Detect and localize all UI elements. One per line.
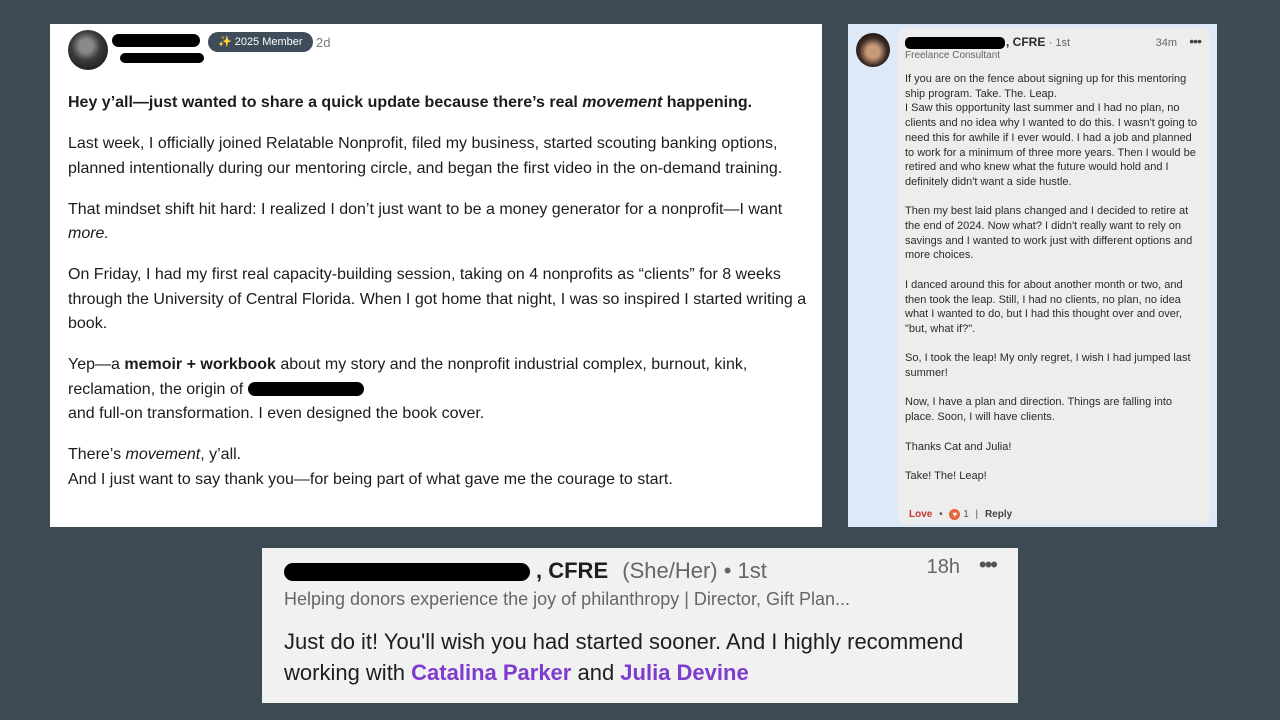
highlight-header: , CFRE (She/Her) • 1st 18h ••• [284, 552, 998, 586]
post-paragraph: Last week, I officially joined Relatable… [68, 135, 783, 177]
comment-text: If you are on the fence about signing up… [905, 72, 1203, 484]
post-text: , y’all. [200, 446, 242, 463]
reaction-count[interactable]: 1 [963, 509, 969, 520]
comment-time: 18h [926, 556, 960, 578]
comment-header: , CFRE · 1st 34m ••• [905, 33, 1203, 53]
comment-paragraph: So, I took the leap! My only regret, I w… [905, 352, 1191, 380]
comment-paragraph: Thanks Cat and Julia! [905, 440, 1012, 453]
author-avatar[interactable] [68, 30, 108, 70]
more-options-icon[interactable]: ••• [979, 550, 998, 580]
post-text: Hey y’all—just wanted to share a quick u… [68, 94, 583, 111]
post-text: That mindset shift hit hard: I realized … [68, 200, 783, 218]
post-paragraph: That mindset shift hit hard: I realized … [68, 198, 813, 247]
post-paragraph: Hey y’all—just wanted to share a quick u… [68, 91, 813, 116]
redacted-commenter-name [905, 36, 1005, 49]
comment-paragraph: I danced around this for about another m… [905, 278, 1183, 335]
post-text: and full-on transformation. I even desig… [68, 405, 485, 422]
post-age: 2d [316, 35, 331, 50]
sparkle-icon: ✨ [218, 36, 232, 48]
comment-paragraph: If you are on the fence about signing up… [905, 73, 1197, 188]
connection-degree: • 1st [723, 558, 767, 583]
mention-link-julia[interactable]: Julia Devine [620, 660, 748, 685]
mention-link-catalina[interactable]: Catalina Parker [411, 660, 571, 685]
post-emphasis: movement [582, 94, 663, 111]
reply-button[interactable]: Reply [985, 509, 1012, 520]
post-text: Yep—a [68, 356, 125, 373]
commenter-avatar[interactable] [856, 33, 890, 67]
commenter-credential: , CFRE [1006, 35, 1046, 49]
message-text: and [571, 660, 621, 685]
highlighted-comment-card: , CFRE (She/Her) • 1st 18h ••• Helping d… [262, 548, 1018, 703]
commenter-credential: , CFRE [536, 558, 609, 583]
post-text: And I just want to say thank you—for bei… [68, 470, 673, 488]
post-paragraph: Yep—a memoir + workbook about my story a… [68, 353, 813, 427]
post-emphasis: more. [68, 225, 109, 242]
heart-icon: ♥ [949, 509, 961, 520]
more-options-icon[interactable]: ••• [1189, 33, 1202, 49]
connection-degree: · 1st [1048, 37, 1071, 49]
post-paragraph: On Friday, I had my first real capacity-… [68, 266, 807, 332]
commenter-headline: Helping donors experience the joy of phi… [284, 589, 850, 609]
redacted-author-name [112, 34, 200, 47]
post-emphasis: movement [125, 446, 201, 463]
comment-paragraph: Take! The! Leap! [905, 469, 987, 482]
highlight-message: Just do it! You'll wish you had started … [284, 626, 996, 688]
comment-actions: Love • ♥ 1 | Reply [909, 509, 1012, 520]
member-badge: ✨ 2025 Member [208, 32, 313, 52]
love-button[interactable]: Love [909, 509, 932, 520]
separator-dot: • [939, 509, 943, 521]
post-text: There’s [68, 446, 126, 463]
member-badge-label: 2025 Member [234, 36, 303, 48]
post-body: Hey y’all—just wanted to share a quick u… [68, 91, 813, 509]
post-strong: memoir + workbook [124, 356, 276, 373]
redacted-text [247, 382, 364, 397]
comment-time: 34m [1155, 37, 1177, 49]
post-paragraph: There’s movement, y’all. And I just want … [68, 443, 813, 492]
post-text: happening. [662, 94, 753, 111]
redacted-author-subtitle [120, 53, 204, 63]
redacted-commenter-name [284, 563, 530, 582]
comment-paragraph: Now, I have a plan and direction. Things… [905, 396, 1173, 424]
comment-bubble: , CFRE · 1st 34m ••• Freelance Consultan… [898, 28, 1210, 524]
commenter-pronouns: (She/Her) [622, 558, 718, 583]
community-post-card: ✨ 2025 Member 2d Hey y’all—just wanted to… [50, 24, 822, 527]
comment-card: , CFRE · 1st 34m ••• Freelance Consultan… [848, 24, 1217, 527]
comment-paragraph: Then my best laid plans changed and I de… [905, 205, 1193, 262]
separator-bar: | [975, 509, 979, 521]
